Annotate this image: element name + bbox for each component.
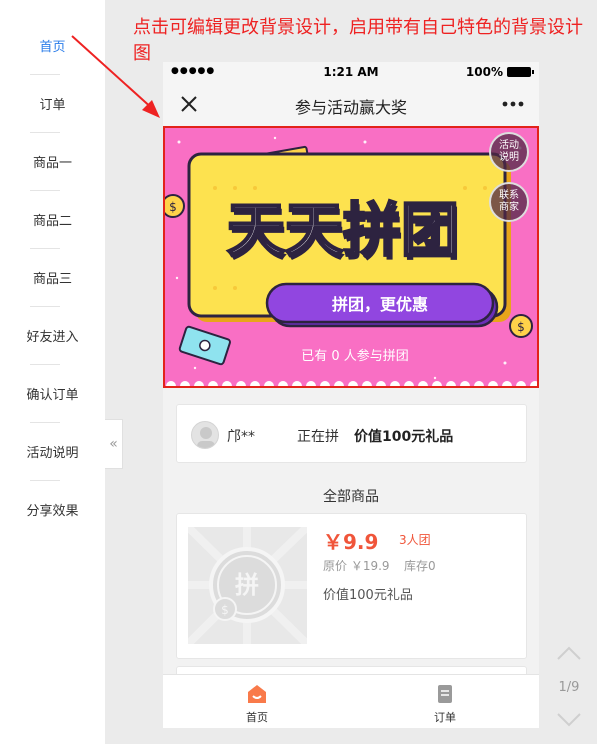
battery-percent: 100% xyxy=(465,65,503,79)
banner-ribbon-text: 拼团，更优惠 xyxy=(332,295,428,314)
contact-seller-label: 联系商家 xyxy=(499,190,519,213)
section-title: 全部商品 xyxy=(323,489,379,505)
tab-home[interactable]: 首页 xyxy=(163,675,351,728)
sidebar-item-activity-rules[interactable]: 活动说明 xyxy=(0,422,105,480)
sidebar-item-friend-entry[interactable]: 好友进入 xyxy=(0,306,105,364)
product-card[interactable]: 拼 $ ￥9.9 3人团 原价 ￥19.9 库存0 价值100元礼品 xyxy=(176,513,527,659)
svg-text:$: $ xyxy=(517,320,525,334)
chevron-up-icon[interactable] xyxy=(556,645,582,661)
tab-label: 首页 xyxy=(246,711,268,724)
activity-rules-label: 活动说明 xyxy=(499,140,519,163)
sidebar-item-product-1[interactable]: 商品一 xyxy=(0,132,105,190)
home-icon xyxy=(248,685,266,703)
group-product: 价值100元礼品 xyxy=(354,429,454,445)
sidebar-item-label: 好友进入 xyxy=(26,329,79,345)
banner-illustration: 天天拼团 天天拼团 拼团，更优惠 $ $ 已有 0 人参与拼团 xyxy=(165,128,537,386)
sidebar-item-label: 确认订单 xyxy=(26,387,79,403)
page-title: 参与活动赢大奖 xyxy=(294,98,407,117)
banner-headline-front: 天天拼团 xyxy=(227,196,459,264)
battery-icon xyxy=(507,67,534,77)
group-price: ￥9.9 xyxy=(323,530,379,554)
avatar xyxy=(191,421,219,449)
status-bar: ●●●●● 1:21 AM 100% xyxy=(163,62,539,82)
participants-count: 已有 0 人参与拼团 xyxy=(301,348,409,364)
sidebar-item-product-2[interactable]: 商品二 xyxy=(0,190,105,248)
product-image-placeholder: 拼 $ xyxy=(188,527,307,644)
original-price: 原价 ￥19.9 xyxy=(323,559,390,573)
svg-text:$: $ xyxy=(169,200,177,214)
stock-count: 库存0 xyxy=(404,559,436,573)
chevron-down-icon[interactable] xyxy=(556,712,582,728)
page-indicator: 1/9 xyxy=(558,680,580,695)
group-size-badge: 3人团 xyxy=(399,533,431,547)
editable-background-banner[interactable]: 天天拼团 天天拼团 拼团，更优惠 $ $ 已有 0 人参与拼团 活动说明 联系商… xyxy=(163,126,539,388)
tab-orders[interactable]: 订单 xyxy=(351,675,539,728)
battery-status: 100% xyxy=(465,65,534,79)
nav-bar: 参与活动赢大奖 xyxy=(163,82,539,126)
sidebar-item-label: 商品三 xyxy=(32,271,72,287)
bottom-tab-bar: 首页 订单 xyxy=(163,674,539,728)
sidebar-item-confirm-order[interactable]: 确认订单 xyxy=(0,364,105,422)
more-icon[interactable] xyxy=(501,94,525,114)
sidebar-item-label: 商品二 xyxy=(32,213,72,229)
orders-icon xyxy=(438,685,452,703)
sidebar-item-label: 商品一 xyxy=(32,155,72,171)
product-placeholder-glyph: 拼 xyxy=(235,571,259,599)
collapse-sidebar-button[interactable]: « xyxy=(105,419,123,469)
coin-icon: $ xyxy=(165,194,185,218)
double-chevron-left-icon: « xyxy=(109,436,118,452)
activity-rules-button[interactable]: 活动说明 xyxy=(489,132,529,172)
product-name: 价值100元礼品 xyxy=(323,588,413,603)
annotation-arrow-icon xyxy=(71,35,160,118)
sidebar-item-product-3[interactable]: 商品三 xyxy=(0,248,105,306)
sidebar-item-share-effect[interactable]: 分享效果 xyxy=(0,480,105,538)
member-name: 邝** xyxy=(227,429,255,445)
svg-text:$: $ xyxy=(221,603,229,617)
contact-seller-button[interactable]: 联系商家 xyxy=(489,182,529,222)
sidebar-item-label: 活动说明 xyxy=(26,445,79,461)
sidebar-item-label: 分享效果 xyxy=(26,503,79,519)
phone-preview: ●●●●● 1:21 AM 100% 参与活动赢大奖 天天拼团 天天拼团 拼团，… xyxy=(163,62,539,728)
ongoing-group-card[interactable]: 邝** 正在拼 价值100元礼品 xyxy=(176,404,527,463)
tab-label: 订单 xyxy=(434,711,456,724)
group-status: 正在拼 xyxy=(297,429,339,445)
annotation-text: 点击可编辑更改背景设计，启用带有自己特色的背景设计图 xyxy=(133,17,583,64)
